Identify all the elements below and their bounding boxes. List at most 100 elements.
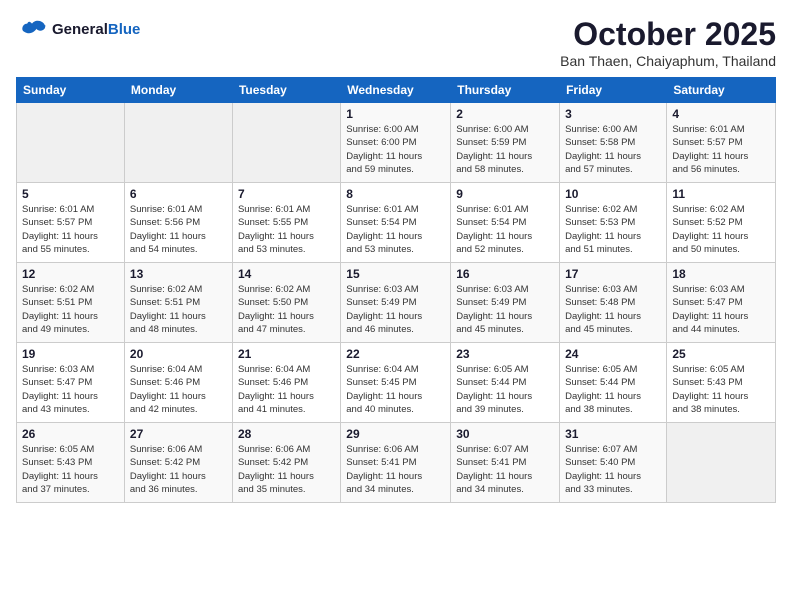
calendar-cell: 17 Sunrise: 6:03 AM Sunset: 5:48 PM Dayli… <box>560 263 667 343</box>
day-info: Sunrise: 6:03 AM Sunset: 5:49 PM Dayligh… <box>346 283 445 336</box>
day-header-wednesday: Wednesday <box>341 78 451 103</box>
calendar-cell: 27Sunrise: 6:06 AM Sunset: 5:42 PM Dayli… <box>124 423 232 503</box>
day-header-saturday: Saturday <box>667 78 776 103</box>
calendar-cell: 20Sunrise: 6:04 AM Sunset: 5:46 PM Dayli… <box>124 343 232 423</box>
calendar-cell <box>124 103 232 183</box>
calendar-cell <box>17 103 125 183</box>
day-number: 4 <box>672 107 770 121</box>
day-info: Sunrise: 6:07 AM Sunset: 5:40 PM Dayligh… <box>565 443 661 496</box>
week-row-2: 5 Sunrise: 6:01 AM Sunset: 5:57 PM Daylig… <box>17 183 776 263</box>
day-number: 2 <box>456 107 554 121</box>
day-number: 26 <box>22 427 119 441</box>
day-number: 1 <box>346 107 445 121</box>
day-info: Sunrise: 6:05 AM Sunset: 5:43 PM Dayligh… <box>672 363 770 416</box>
week-row-1: 1 Sunrise: 6:00 AM Sunset: 6:00 PM Daylig… <box>17 103 776 183</box>
calendar-cell: 5 Sunrise: 6:01 AM Sunset: 5:57 PM Daylig… <box>17 183 125 263</box>
day-info: Sunrise: 6:04 AM Sunset: 5:46 PM Dayligh… <box>238 363 335 416</box>
calendar-cell: 9 Sunrise: 6:01 AM Sunset: 5:54 PM Daylig… <box>451 183 560 263</box>
calendar-cell: 19 Sunrise: 6:03 AM Sunset: 5:47 PM Dayli… <box>17 343 125 423</box>
day-number: 19 <box>22 347 119 361</box>
day-number: 14 <box>238 267 335 281</box>
day-number: 17 <box>565 267 661 281</box>
calendar-cell: 7 Sunrise: 6:01 AM Sunset: 5:55 PM Daylig… <box>232 183 340 263</box>
day-info: Sunrise: 6:02 AM Sunset: 5:52 PM Dayligh… <box>672 203 770 256</box>
day-info: Sunrise: 6:03 AM Sunset: 5:48 PM Dayligh… <box>565 283 661 336</box>
title-block: October 2025 Ban Thaen, Chaiyaphum, Thai… <box>560 16 776 69</box>
day-header-thursday: Thursday <box>451 78 560 103</box>
logo-blue-text: Blue <box>108 21 141 38</box>
day-info: Sunrise: 6:03 AM Sunset: 5:47 PM Dayligh… <box>672 283 770 336</box>
day-info: Sunrise: 6:05 AM Sunset: 5:44 PM Dayligh… <box>565 363 661 416</box>
week-row-3: 12 Sunrise: 6:02 AM Sunset: 5:51 PM Dayli… <box>17 263 776 343</box>
logo-general: General <box>52 21 108 38</box>
day-number: 16 <box>456 267 554 281</box>
day-number: 10 <box>565 187 661 201</box>
calendar-cell: 22Sunrise: 6:04 AM Sunset: 5:45 PM Dayli… <box>341 343 451 423</box>
day-number: 25 <box>672 347 770 361</box>
calendar-cell: 10 Sunrise: 6:02 AM Sunset: 5:53 PM Dayli… <box>560 183 667 263</box>
week-row-4: 19 Sunrise: 6:03 AM Sunset: 5:47 PM Dayli… <box>17 343 776 423</box>
day-info: Sunrise: 6:02 AM Sunset: 5:51 PM Dayligh… <box>130 283 227 336</box>
calendar-cell: 1 Sunrise: 6:00 AM Sunset: 6:00 PM Daylig… <box>341 103 451 183</box>
day-number: 31 <box>565 427 661 441</box>
calendar-cell: 21Sunrise: 6:04 AM Sunset: 5:46 PM Dayli… <box>232 343 340 423</box>
day-info: Sunrise: 6:05 AM Sunset: 5:43 PM Dayligh… <box>22 443 119 496</box>
day-info: Sunrise: 6:01 AM Sunset: 5:54 PM Dayligh… <box>456 203 554 256</box>
day-header-tuesday: Tuesday <box>232 78 340 103</box>
header-row: SundayMondayTuesdayWednesdayThursdayFrid… <box>17 78 776 103</box>
day-number: 8 <box>346 187 445 201</box>
day-info: Sunrise: 6:04 AM Sunset: 5:45 PM Dayligh… <box>346 363 445 416</box>
calendar-cell <box>667 423 776 503</box>
calendar-cell: 30Sunrise: 6:07 AM Sunset: 5:41 PM Dayli… <box>451 423 560 503</box>
calendar-cell: 8 Sunrise: 6:01 AM Sunset: 5:54 PM Daylig… <box>341 183 451 263</box>
day-number: 5 <box>22 187 119 201</box>
day-number: 29 <box>346 427 445 441</box>
day-info: Sunrise: 6:03 AM Sunset: 5:47 PM Dayligh… <box>22 363 119 416</box>
calendar-cell: 6Sunrise: 6:01 AM Sunset: 5:56 PM Daylig… <box>124 183 232 263</box>
page-header: GeneralBlue October 2025 Ban Thaen, Chai… <box>16 16 776 69</box>
day-number: 12 <box>22 267 119 281</box>
day-info: Sunrise: 6:00 AM Sunset: 5:58 PM Dayligh… <box>565 123 661 176</box>
day-number: 9 <box>456 187 554 201</box>
location: Ban Thaen, Chaiyaphum, Thailand <box>560 53 776 69</box>
logo: GeneralBlue <box>16 16 140 44</box>
day-header-sunday: Sunday <box>17 78 125 103</box>
day-number: 28 <box>238 427 335 441</box>
calendar-cell: 11Sunrise: 6:02 AM Sunset: 5:52 PM Dayli… <box>667 183 776 263</box>
calendar-cell: 13Sunrise: 6:02 AM Sunset: 5:51 PM Dayli… <box>124 263 232 343</box>
day-info: Sunrise: 6:00 AM Sunset: 6:00 PM Dayligh… <box>346 123 445 176</box>
day-info: Sunrise: 6:01 AM Sunset: 5:54 PM Dayligh… <box>346 203 445 256</box>
day-info: Sunrise: 6:06 AM Sunset: 5:41 PM Dayligh… <box>346 443 445 496</box>
day-number: 24 <box>565 347 661 361</box>
calendar-cell: 14Sunrise: 6:02 AM Sunset: 5:50 PM Dayli… <box>232 263 340 343</box>
day-number: 20 <box>130 347 227 361</box>
calendar-cell: 28Sunrise: 6:06 AM Sunset: 5:42 PM Dayli… <box>232 423 340 503</box>
calendar-cell: 3 Sunrise: 6:00 AM Sunset: 5:58 PM Daylig… <box>560 103 667 183</box>
day-info: Sunrise: 6:05 AM Sunset: 5:44 PM Dayligh… <box>456 363 554 416</box>
day-number: 7 <box>238 187 335 201</box>
day-number: 3 <box>565 107 661 121</box>
day-info: Sunrise: 6:07 AM Sunset: 5:41 PM Dayligh… <box>456 443 554 496</box>
day-info: Sunrise: 6:01 AM Sunset: 5:57 PM Dayligh… <box>672 123 770 176</box>
week-row-5: 26 Sunrise: 6:05 AM Sunset: 5:43 PM Dayli… <box>17 423 776 503</box>
calendar-cell: 26 Sunrise: 6:05 AM Sunset: 5:43 PM Dayli… <box>17 423 125 503</box>
calendar-cell: 31 Sunrise: 6:07 AM Sunset: 5:40 PM Dayli… <box>560 423 667 503</box>
day-info: Sunrise: 6:01 AM Sunset: 5:55 PM Dayligh… <box>238 203 335 256</box>
month-title: October 2025 <box>560 16 776 53</box>
calendar-cell: 23Sunrise: 6:05 AM Sunset: 5:44 PM Dayli… <box>451 343 560 423</box>
calendar-cell: 12Sunrise: 6:02 AM Sunset: 5:51 PM Dayli… <box>17 263 125 343</box>
calendar-cell: 2Sunrise: 6:00 AM Sunset: 5:59 PM Daylig… <box>451 103 560 183</box>
calendar-table: SundayMondayTuesdayWednesdayThursdayFrid… <box>16 77 776 503</box>
calendar-cell: 24 Sunrise: 6:05 AM Sunset: 5:44 PM Dayli… <box>560 343 667 423</box>
calendar-cell <box>232 103 340 183</box>
day-number: 27 <box>130 427 227 441</box>
calendar-cell: 15Sunrise: 6:03 AM Sunset: 5:49 PM Dayli… <box>341 263 451 343</box>
day-info: Sunrise: 6:01 AM Sunset: 5:57 PM Dayligh… <box>22 203 119 256</box>
logo-icon <box>16 16 48 44</box>
calendar-cell: 16 Sunrise: 6:03 AM Sunset: 5:49 PM Dayli… <box>451 263 560 343</box>
day-number: 18 <box>672 267 770 281</box>
day-info: Sunrise: 6:03 AM Sunset: 5:49 PM Dayligh… <box>456 283 554 336</box>
calendar-cell: 4 Sunrise: 6:01 AM Sunset: 5:57 PM Daylig… <box>667 103 776 183</box>
day-info: Sunrise: 6:02 AM Sunset: 5:53 PM Dayligh… <box>565 203 661 256</box>
day-info: Sunrise: 6:01 AM Sunset: 5:56 PM Dayligh… <box>130 203 227 256</box>
